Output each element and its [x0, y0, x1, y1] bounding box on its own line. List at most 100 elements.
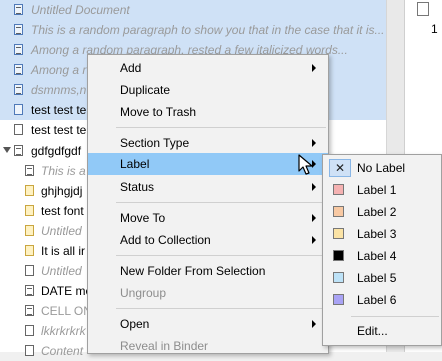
editor-text: 1: [431, 22, 438, 36]
submenu-item-label-4[interactable]: Label 4: [323, 245, 441, 267]
document-icon: [25, 285, 34, 296]
submenu-item-edit[interactable]: Edit...: [323, 320, 441, 342]
binder-item-label: Content: [41, 344, 84, 358]
document-icon: [25, 165, 34, 176]
submenu-item-text: No Label: [357, 161, 406, 175]
menu-item-label: Move To: [120, 211, 166, 225]
submenu-item-text: Label 3: [357, 227, 397, 241]
submenu-arrow-icon: [312, 214, 316, 222]
color-swatch-icon: [333, 228, 344, 239]
document-icon: [14, 104, 23, 115]
submenu-arrow-icon: [312, 236, 316, 244]
document-icon: [14, 84, 23, 95]
menu-item-section-type[interactable]: Section Type: [88, 132, 328, 154]
document-icon: [14, 64, 23, 75]
document-icon: [417, 2, 429, 16]
binder-item-label: This is a: [41, 164, 86, 178]
menu-item-reveal-in-binder: Reveal in Binder: [88, 335, 328, 357]
menu-separator: [116, 127, 326, 128]
menu-separator: [116, 308, 326, 309]
menu-item-add[interactable]: Add: [88, 57, 328, 79]
binder-item-label: ghjhgjdj: [41, 184, 83, 198]
menu-item-move-to[interactable]: Move To: [88, 207, 328, 229]
submenu-item-text: Label 1: [357, 183, 397, 197]
submenu-arrow-icon: [312, 320, 316, 328]
menu-item-label: Open: [120, 317, 150, 331]
submenu-item-text: Edit...: [357, 324, 388, 338]
menu-item-add-to-collection[interactable]: Add to Collection: [88, 229, 328, 251]
submenu-item-text: Label 6: [357, 293, 397, 307]
document-icon: [25, 305, 34, 316]
binder-item-label: dsmnms,n: [31, 83, 87, 97]
color-swatch-icon: [333, 206, 344, 217]
document-icon: [25, 205, 34, 216]
menu-item-label: Add: [120, 61, 142, 75]
color-swatch-icon: [333, 272, 344, 283]
binder-item-label: Untitled Document: [31, 3, 130, 17]
document-icon: [14, 124, 23, 135]
menu-item-open[interactable]: Open: [88, 313, 328, 335]
document-icon: [25, 185, 34, 196]
document-icon: [14, 24, 23, 35]
submenu-item-label-3[interactable]: Label 3: [323, 223, 441, 245]
binder-item-label: Untitled: [41, 224, 82, 238]
menu-item-label: Status: [120, 180, 155, 194]
document-icon: [25, 225, 34, 236]
binder-item-label: gdfgdfgdf: [31, 144, 82, 158]
submenu-item-no-label[interactable]: ✕ No Label: [323, 157, 441, 179]
menu-separator: [351, 316, 439, 317]
submenu-item-text: Label 4: [357, 249, 397, 263]
binder-item[interactable]: Untitled Document: [0, 0, 386, 20]
submenu-item-label-2[interactable]: Label 2: [323, 201, 441, 223]
color-swatch-icon: [333, 250, 344, 261]
menu-item-move-to-trash[interactable]: Move to Trash: [88, 101, 328, 123]
document-icon: [14, 44, 23, 55]
document-icon: [14, 4, 23, 15]
color-swatch-icon: [333, 294, 344, 305]
checkmark-icon: ✕: [329, 159, 351, 177]
document-icon: [25, 265, 34, 276]
submenu-item-label-6[interactable]: Label 6: [323, 289, 441, 311]
color-swatch-icon: [333, 184, 344, 195]
menu-item-label: Section Type: [120, 136, 190, 150]
menu-item-status[interactable]: Status: [88, 176, 328, 198]
menu-item-label: Reveal in Binder: [120, 339, 209, 353]
submenu-item-text: Label 2: [357, 205, 397, 219]
submenu-item-label-1[interactable]: Label 1: [323, 179, 441, 201]
context-menu: Add Duplicate Move to Trash Section Type…: [87, 54, 329, 354]
binder-item-label: test test te: [31, 103, 87, 117]
menu-item-label-highlighted[interactable]: Label: [88, 153, 328, 175]
submenu-arrow-icon: [312, 139, 316, 147]
binder-item-label: test font: [41, 204, 84, 218]
binder-item-label: DATE me: [41, 284, 93, 298]
menu-item-new-folder-from-selection[interactable]: New Folder From Selection: [88, 260, 328, 282]
binder-item-label: CELL ON: [41, 304, 92, 318]
label-submenu: ✕ No Label Label 1 Label 2 Label 3 Label…: [322, 154, 442, 346]
menu-item-duplicate[interactable]: Duplicate: [88, 79, 328, 101]
binder-item-label: lkkrkrkrk: [41, 324, 86, 338]
binder-item-label: Untitled: [41, 264, 82, 278]
menu-item-ungroup: Ungroup: [88, 282, 328, 304]
binder-item-label: It is all ir: [41, 244, 86, 258]
menu-item-label: Move to Trash: [120, 105, 197, 119]
menu-item-label: Add to Collection: [120, 233, 211, 247]
menu-separator: [116, 255, 326, 256]
document-icon: [25, 245, 34, 256]
folder-icon: [14, 145, 23, 156]
binder-item-label: Among a r: [31, 63, 87, 77]
submenu-arrow-icon: [312, 64, 316, 72]
mouse-cursor-icon: [298, 154, 313, 175]
submenu-arrow-icon: [312, 183, 316, 191]
menu-item-label: New Folder From Selection: [120, 264, 266, 278]
disclosure-triangle-icon[interactable]: [3, 147, 11, 153]
binder-item[interactable]: This is a random paragraph to show you t…: [0, 20, 386, 40]
binder-item-label: This is a random paragraph to show you t…: [31, 23, 385, 37]
menu-item-label: Label: [120, 157, 150, 171]
menu-separator: [116, 202, 326, 203]
menu-item-label: Duplicate: [120, 83, 171, 97]
submenu-item-label-5[interactable]: Label 5: [323, 267, 441, 289]
binder-item-label: test test te: [31, 123, 87, 137]
menu-item-label: Ungroup: [120, 286, 167, 300]
document-icon: [25, 345, 34, 356]
document-icon: [25, 325, 34, 336]
